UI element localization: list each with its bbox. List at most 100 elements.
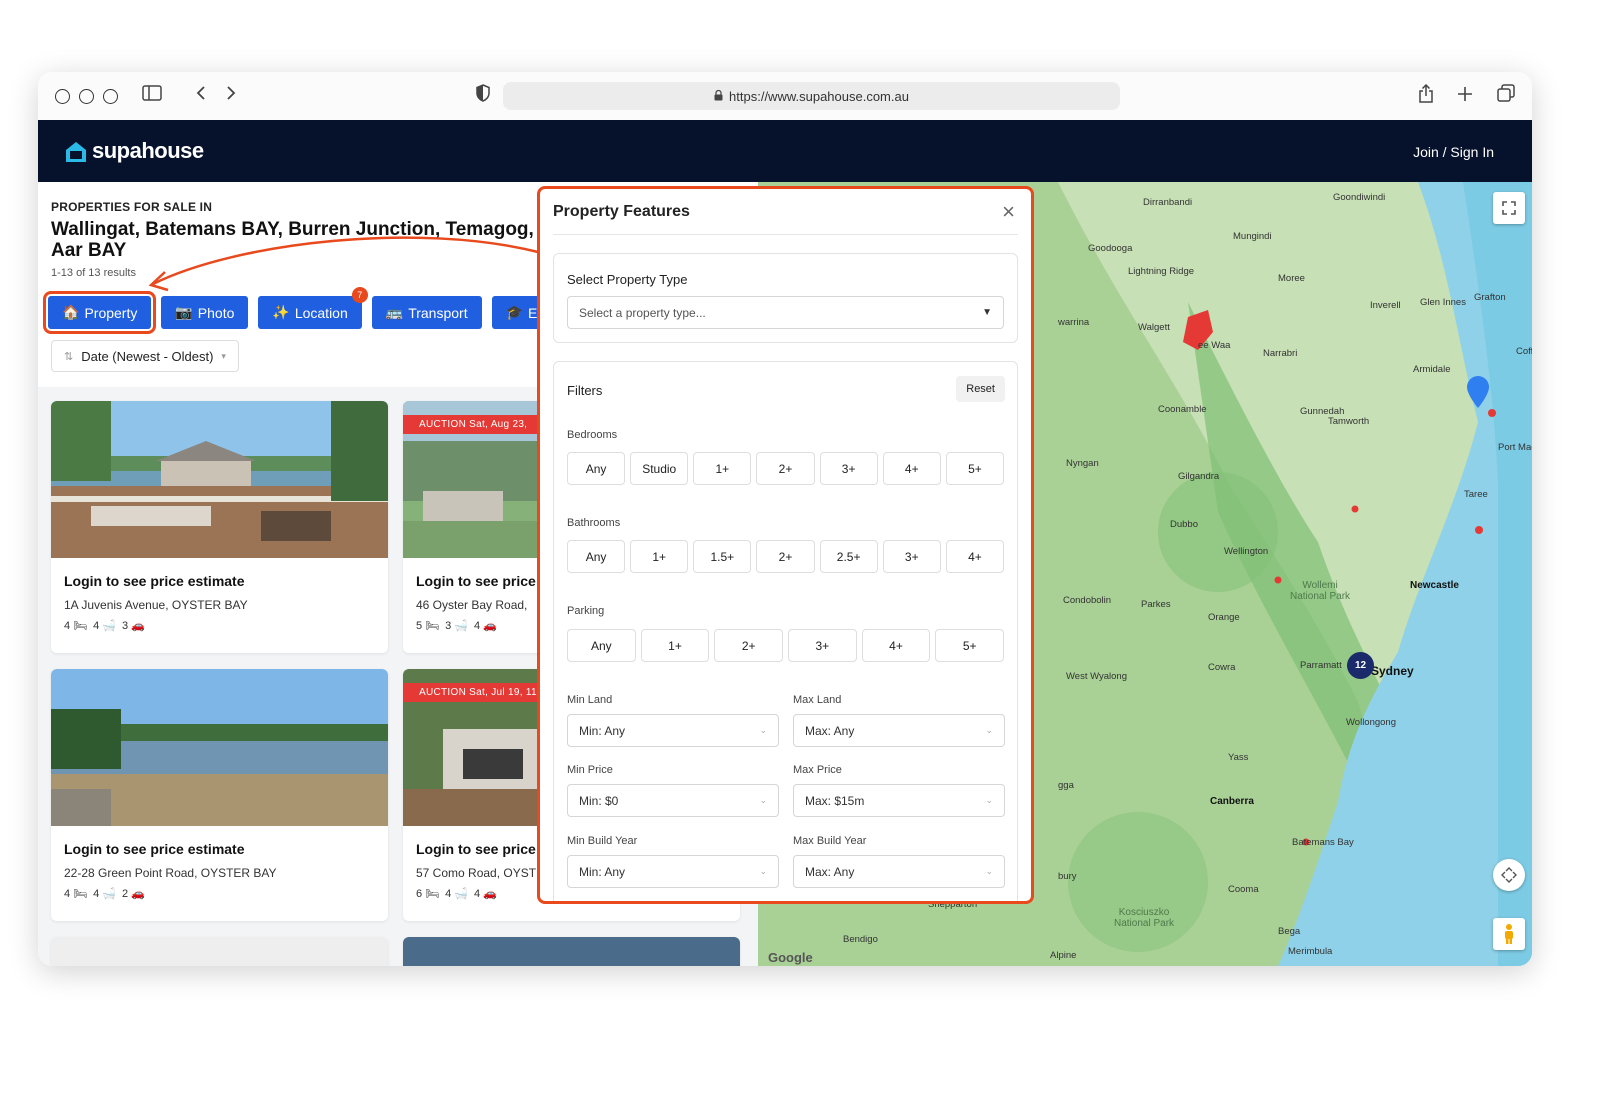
bath-count: 4 (445, 888, 452, 900)
parking-option[interactable]: 3+ (788, 629, 857, 662)
close-icon[interactable]: × (1002, 199, 1015, 225)
property-features: 4 🛏 4 🛁 2 🚗 (64, 887, 145, 900)
bath-icon: 🛁 (454, 620, 469, 632)
min-build-year-label: Min Build Year (567, 835, 638, 847)
bathrooms-option[interactable]: 3+ (882, 540, 941, 573)
bed-icon: 🛏 (425, 888, 440, 900)
reset-button[interactable]: Reset (956, 376, 1005, 402)
car-icon: 🚗 (483, 888, 497, 900)
bedrooms-option[interactable]: Studio (630, 452, 689, 485)
site-header: supahouse Join / Sign In (38, 120, 1532, 182)
results-count: 1-13 of 13 results (51, 267, 136, 279)
max-price-select[interactable]: Max: $15m ⌄ (793, 784, 1005, 817)
zoom-window-icon[interactable] (103, 89, 118, 104)
location-filter-button[interactable]: ✨ Location 7 (258, 287, 368, 329)
bedrooms-option[interactable]: 1+ (693, 452, 752, 485)
bath-icon: 🛁 (102, 620, 117, 632)
min-price-label: Min Price (567, 764, 613, 776)
parking-option[interactable]: 2+ (714, 629, 784, 662)
property-address: 57 Como Road, OYST (416, 866, 537, 880)
sort-icon: ⇅ (64, 350, 74, 363)
property-address: 46 Oyster Bay Road, (416, 598, 528, 612)
price-estimate: Login to see price estimate (64, 841, 245, 857)
bed-count: 4 (64, 620, 71, 632)
bed-icon: 🛏 (425, 620, 440, 632)
bedrooms-options: Any Studio 1+ 2+ 3+ 4+ 5+ (567, 452, 1004, 485)
parking-label: Parking (567, 605, 605, 617)
bathrooms-option[interactable]: Any (567, 540, 626, 573)
share-icon[interactable] (1418, 83, 1434, 110)
property-card[interactable]: Login to see price estimate 1A Juvenis A… (51, 401, 388, 653)
street-view-pegman-icon[interactable] (1493, 918, 1525, 950)
bath-count: 3 (445, 620, 452, 632)
logo-text: supahouse (92, 138, 204, 163)
bathrooms-options: Any 1+ 1.5+ 2+ 2.5+ 3+ 4+ (567, 540, 1004, 573)
bedrooms-option[interactable]: 3+ (819, 452, 878, 485)
auction-banner: AUCTION Sat, Jul 19, 11 (403, 683, 553, 702)
browser-toolbar: https://www.supahouse.com.au (38, 72, 1532, 120)
map-pan-control-icon[interactable] (1493, 859, 1525, 891)
close-window-icon[interactable] (55, 89, 70, 104)
chevron-down-icon: ⌄ (759, 795, 767, 805)
price-estimate: Login to see price (416, 841, 536, 857)
url-text: https://www.supahouse.com.au (729, 88, 909, 104)
map-pin-icon[interactable] (1465, 375, 1491, 414)
transport-filter-button[interactable]: 🚌 Transport (371, 296, 482, 329)
forward-icon[interactable] (224, 84, 238, 108)
photo-filter-button[interactable]: 📷 Photo (161, 296, 249, 329)
parking-option[interactable]: 1+ (640, 629, 710, 662)
bedrooms-option[interactable]: 4+ (882, 452, 941, 485)
bathrooms-option[interactable]: 2+ (756, 540, 815, 573)
bath-icon: 🛁 (454, 888, 469, 900)
property-card[interactable] (403, 937, 740, 966)
parking-options: Any 1+ 2+ 3+ 4+ 5+ (567, 629, 1005, 662)
bath-count: 4 (93, 888, 100, 900)
bedrooms-option[interactable]: 2+ (756, 452, 815, 485)
chevron-down-icon: ▾ (221, 350, 226, 361)
parking-option[interactable]: Any (567, 629, 636, 662)
bedrooms-option[interactable]: 5+ (945, 452, 1004, 485)
tabs-overview-icon[interactable] (1497, 84, 1515, 110)
map-cluster-marker[interactable]: 12 (1347, 652, 1374, 679)
max-build-year-label: Max Build Year (793, 835, 867, 847)
property-type-select[interactable]: Select a property type... ▼ (567, 296, 1004, 329)
min-land-select[interactable]: Min: Any ⌄ (567, 714, 779, 747)
property-type-label: Select Property Type (567, 272, 688, 287)
chevron-down-icon: ⌄ (759, 725, 767, 735)
sort-select[interactable]: ⇅ Date (Newest - Oldest) ▾ (51, 340, 239, 372)
filters-label: Filters (567, 383, 603, 398)
parking-option[interactable]: 4+ (861, 629, 931, 662)
house-logo-icon (64, 140, 86, 162)
parking-option[interactable]: 5+ (935, 629, 1005, 662)
house-icon: 🏠 (62, 304, 80, 320)
bathrooms-option[interactable]: 1.5+ (693, 540, 752, 573)
property-address: 1A Juvenis Avenue, OYSTER BAY (64, 598, 248, 612)
address-bar[interactable]: https://www.supahouse.com.au (503, 82, 1120, 110)
property-photo (403, 937, 740, 966)
back-icon[interactable] (194, 84, 208, 108)
fullscreen-icon[interactable] (1493, 192, 1525, 224)
max-build-year-select[interactable]: Max: Any ⌄ (793, 855, 1005, 888)
bathrooms-option[interactable]: 4+ (945, 540, 1004, 573)
property-features: 5 🛏 3 🛁 4 🚗 (416, 619, 497, 632)
bed-icon: 🛏 (73, 620, 88, 632)
property-filter-button[interactable]: 🏠 Property (42, 291, 157, 334)
property-card[interactable]: Login to see price estimate 22-28 Green … (51, 669, 388, 921)
bathrooms-option[interactable]: 2.5+ (819, 540, 878, 573)
new-tab-icon[interactable] (1457, 84, 1473, 110)
min-build-year-select[interactable]: Min: Any ⌄ (567, 855, 779, 888)
privacy-shield-icon[interactable] (475, 84, 491, 108)
join-sign-in-link[interactable]: Join / Sign In (1413, 144, 1494, 160)
sidebar-icon[interactable] (142, 84, 162, 108)
bathrooms-option[interactable]: 1+ (630, 540, 689, 573)
min-price-select[interactable]: Min: $0 ⌄ (567, 784, 779, 817)
bedrooms-option[interactable]: Any (567, 452, 626, 485)
property-card[interactable] (51, 937, 388, 966)
car-icon: 🚗 (483, 620, 497, 632)
max-land-select[interactable]: Max: Any ⌄ (793, 714, 1005, 747)
listing-heading: PROPERTIES FOR SALE IN (51, 200, 213, 214)
minimize-window-icon[interactable] (79, 89, 94, 104)
filters-section: Filters Reset Bedrooms Any Studio 1+ 2+ … (553, 361, 1018, 901)
site-logo[interactable]: supahouse (64, 138, 204, 164)
bed-count: 5 (416, 620, 423, 632)
